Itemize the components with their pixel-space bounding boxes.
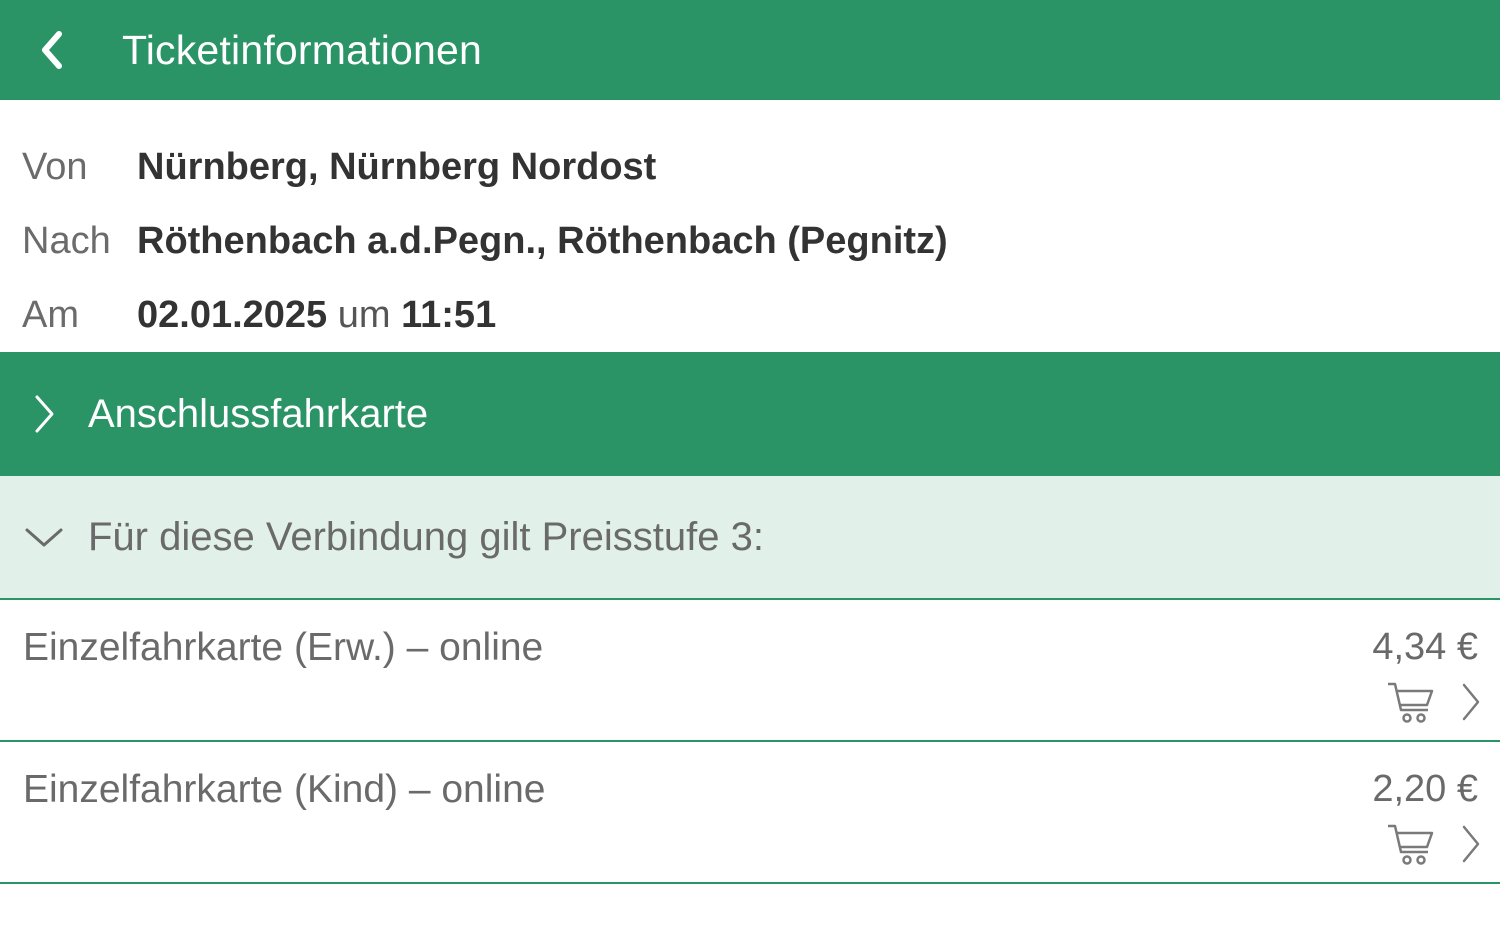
to-label: Nach: [22, 220, 111, 262]
cart-icon[interactable]: [1386, 822, 1436, 866]
ticket-row[interactable]: Einzelfahrkarte (Kind) – online 2,20 €: [0, 742, 1500, 884]
to-value: Röthenbach a.d.Pegn., Röthenbach (Pegnit…: [137, 220, 948, 262]
from-label: Von: [22, 146, 88, 188]
trip-to-row: Nach Röthenbach a.d.Pegn., Röthenbach (P…: [0, 220, 1500, 294]
chevron-right-icon[interactable]: [1460, 682, 1482, 722]
ticket-row[interactable]: Einzelfahrkarte (Erw.) – online 4,34 €: [0, 600, 1500, 742]
chevron-left-icon: [42, 31, 62, 69]
price-tier-toggle[interactable]: Für diese Verbindung gilt Preisstufe 3:: [0, 476, 1500, 600]
chevron-down-icon: [25, 528, 63, 547]
ticket-price: 2,20 €: [1372, 768, 1478, 810]
time-value: 11:51: [401, 294, 497, 336]
price-tier-label: Für diese Verbindung gilt Preisstufe 3:: [88, 514, 764, 559]
back-button[interactable]: [0, 0, 104, 100]
date-time-value: 02.01.2025 um 11:51: [137, 294, 496, 337]
cart-icon[interactable]: [1386, 680, 1436, 724]
page-title: Ticketinformationen: [122, 26, 483, 73]
chevron-right-icon[interactable]: [1460, 824, 1482, 864]
time-connector: um: [337, 294, 391, 336]
trip-from-row: Von Nürnberg, Nürnberg Nordost: [0, 146, 1500, 220]
chevron-right-icon: [35, 395, 54, 433]
app-header: Ticketinformationen: [0, 0, 1500, 100]
connection-ticket-label: Anschlussfahrkarte: [88, 391, 429, 436]
ticket-actions: [1386, 822, 1482, 866]
date-label: Am: [22, 294, 79, 336]
connection-ticket-toggle[interactable]: Anschlussfahrkarte: [0, 352, 1500, 476]
trip-summary: Von Nürnberg, Nürnberg Nordost Nach Röth…: [0, 100, 1500, 352]
date-value: 02.01.2025: [137, 294, 328, 336]
from-value: Nürnberg, Nürnberg Nordost: [137, 146, 657, 188]
ticket-actions: [1386, 680, 1482, 724]
ticket-name: Einzelfahrkarte (Kind) – online: [23, 768, 546, 811]
ticket-name: Einzelfahrkarte (Erw.) – online: [23, 626, 544, 669]
ticket-price: 4,34 €: [1372, 626, 1478, 668]
